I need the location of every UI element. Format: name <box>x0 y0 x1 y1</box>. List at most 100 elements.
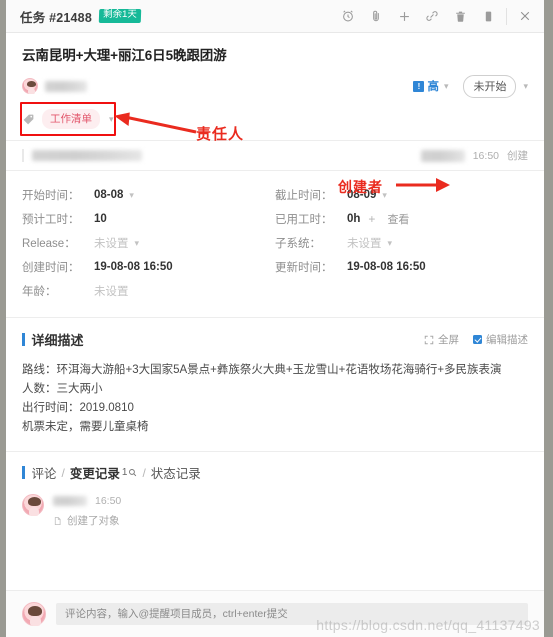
description-body: 路线：环洱海大游船+3大国家5A景点+彝族祭火大典+玉龙雪山+花语牧场花海骑行+… <box>22 361 528 437</box>
task-body: 云南昆明+大理+丽江6日5晚跟团游 ! 高 ▾ 未开始 ▾ 工作清单 ▾ 16:… <box>6 33 544 637</box>
tag-row: 工作清单 ▾ <box>22 109 528 140</box>
creator-action-label: 创建 <box>507 150 528 162</box>
row-accent-bar <box>22 149 24 162</box>
tag-chip-worklist[interactable]: 工作清单 <box>42 109 100 129</box>
chevron-down-icon[interactable]: ▾ <box>135 238 140 249</box>
comments-section: 评论 / 变更记录 1 / 状态记录 16:50 创建了对象 <box>6 452 544 536</box>
creator-info: 16:50 创建 <box>420 148 528 163</box>
titlebar-divider <box>506 7 507 25</box>
field-row: 开始时间： 08-08 ▾ 截止时间： 08-09 ▾ <box>22 183 528 207</box>
comments-tabs: 评论 / 变更记录 1 / 状态记录 <box>32 463 201 482</box>
window-titlebar: 任务 #21488 剩余1天 <box>6 0 544 33</box>
page-title: 云南昆明+大理+丽江6日5晚跟团游 <box>22 48 227 63</box>
field-used-hours: 已用工时： 0h + 查看 <box>275 211 528 227</box>
field-updated-time: 更新时间： 19-08-08 16:50 <box>275 259 528 275</box>
chevron-down-icon[interactable]: ▾ <box>444 81 449 92</box>
field-label: 创建时间： <box>22 262 80 274</box>
field-row: Release： 未设置 ▾ 子系统： 未设置 ▾ <box>22 231 528 255</box>
field-label: 预计工时： <box>22 214 80 226</box>
task-id-label: 任务 #21488 <box>20 10 92 25</box>
comment-text: 创建了对象 <box>67 515 120 527</box>
field-subsystem: 子系统： 未设置 ▾ <box>275 235 528 251</box>
document-icon <box>54 516 61 525</box>
task-meta-right: ! 高 ▾ 未开始 ▾ <box>413 74 528 98</box>
chevron-down-icon[interactable]: ▾ <box>523 81 528 92</box>
field-created-time: 创建时间： 19-08-08 16:50 <box>22 259 275 275</box>
fullscreen-label: 全屏 <box>438 334 459 346</box>
plus-icon[interactable] <box>391 3 417 29</box>
edit-description-label: 编辑描述 <box>486 334 528 346</box>
field-value: 19-08-08 16:50 <box>94 261 173 273</box>
field-value[interactable]: 10 <box>94 213 107 225</box>
assignee-name[interactable] <box>45 80 87 92</box>
field-label: 更新时间： <box>275 262 333 274</box>
annotation-label-assignee: 责任人 <box>196 126 245 143</box>
creator-row: 16:50 创建 <box>6 141 544 171</box>
comment-body: 16:50 创建了对象 <box>53 494 121 528</box>
field-row: 预计工时： 10 已用工时： 0h + 查看 <box>22 207 528 231</box>
paperclip-icon[interactable] <box>363 3 389 29</box>
field-value[interactable]: 08-08 <box>94 189 123 201</box>
add-hours-icon[interactable]: + <box>368 212 375 226</box>
alarm-clock-icon[interactable] <box>335 3 361 29</box>
status-selector[interactable]: 未开始 ▾ <box>463 74 528 98</box>
tab-separator: / <box>142 465 146 480</box>
field-value[interactable]: 未设置 <box>94 283 129 299</box>
chevron-down-icon[interactable]: ▾ <box>382 190 387 201</box>
edit-description-button[interactable]: 编辑描述 <box>473 332 528 347</box>
field-grid: 开始时间： 08-08 ▾ 截止时间： 08-09 ▾ 预计工时： 10 已用工… <box>6 171 544 318</box>
description-line: 机票未定，需要儿童桌椅 <box>22 421 149 433</box>
search-icon[interactable] <box>128 468 137 477</box>
priority-selector[interactable]: ! 高 ▾ <box>413 78 448 94</box>
comment-input[interactable] <box>56 603 528 625</box>
task-header-section: 云南昆明+大理+丽江6日5晚跟团游 ! 高 ▾ 未开始 ▾ 工作清单 ▾ <box>6 33 544 140</box>
assignee-row: ! 高 ▾ 未开始 ▾ <box>22 73 528 99</box>
tag-icon <box>23 114 34 124</box>
field-release: Release： 未设置 ▾ <box>22 235 275 251</box>
section-accent-bar <box>22 466 25 479</box>
copy-icon[interactable] <box>475 3 501 29</box>
comment-composer <box>6 590 544 637</box>
field-row: 年龄： 未设置 <box>22 279 528 303</box>
chevron-down-icon[interactable]: ▾ <box>129 190 134 201</box>
status-badge[interactable]: 未开始 <box>463 74 517 98</box>
chevron-down-icon[interactable]: ▾ <box>109 114 114 125</box>
description-line: 路线：环洱海大游船+3大国家5A景点+彝族祭火大典+玉龙雪山+花语牧场花海骑行+… <box>22 364 502 376</box>
field-value[interactable]: 未设置 <box>347 235 382 251</box>
tab-separator: / <box>61 465 65 480</box>
field-label: 截止时间： <box>275 190 333 202</box>
comment-text-row: 创建了对象 <box>53 513 121 528</box>
description-line: 出行时间：2019.0810 <box>22 402 134 414</box>
section-accent-bar <box>22 333 25 346</box>
remaining-days-badge: 剩余1天 <box>98 9 142 23</box>
field-estimated-hours: 预计工时： 10 <box>22 211 275 227</box>
field-value: 19-08-08 16:50 <box>347 261 426 273</box>
description-title: 详细描述 <box>31 333 84 348</box>
tab-comments[interactable]: 评论 <box>32 463 57 482</box>
current-user-avatar[interactable] <box>22 602 46 626</box>
field-label: Release： <box>22 238 76 250</box>
assignee-avatar[interactable] <box>22 78 38 94</box>
link-icon[interactable] <box>419 3 445 29</box>
field-value: 0h <box>347 213 361 225</box>
close-icon[interactable] <box>512 3 538 29</box>
field-label: 年龄： <box>22 286 57 298</box>
trash-icon[interactable] <box>447 3 473 29</box>
fullscreen-button[interactable]: 全屏 <box>424 332 459 347</box>
field-age: 年龄： 未设置 <box>22 283 275 299</box>
field-start-time: 开始时间： 08-08 ▾ <box>22 187 275 203</box>
annotation-label-creator: 创建者 <box>338 179 383 195</box>
titlebar-actions <box>335 3 538 29</box>
tab-change-log[interactable]: 变更记录 <box>70 463 120 482</box>
tab-status-log[interactable]: 状态记录 <box>151 463 201 482</box>
comment-avatar[interactable] <box>22 494 44 516</box>
view-hours-link[interactable]: 查看 <box>387 211 409 227</box>
field-due-time: 截止时间： 08-09 ▾ <box>275 187 528 203</box>
fullscreen-icon <box>424 335 434 344</box>
priority-label: 高 <box>427 81 439 93</box>
field-row: 创建时间： 19-08-08 16:50 更新时间： 19-08-08 16:5… <box>22 255 528 279</box>
field-value[interactable]: 未设置 <box>94 235 129 251</box>
creator-name[interactable] <box>420 149 465 162</box>
chevron-down-icon[interactable]: ▾ <box>388 238 393 249</box>
field-label: 子系统： <box>275 238 321 250</box>
